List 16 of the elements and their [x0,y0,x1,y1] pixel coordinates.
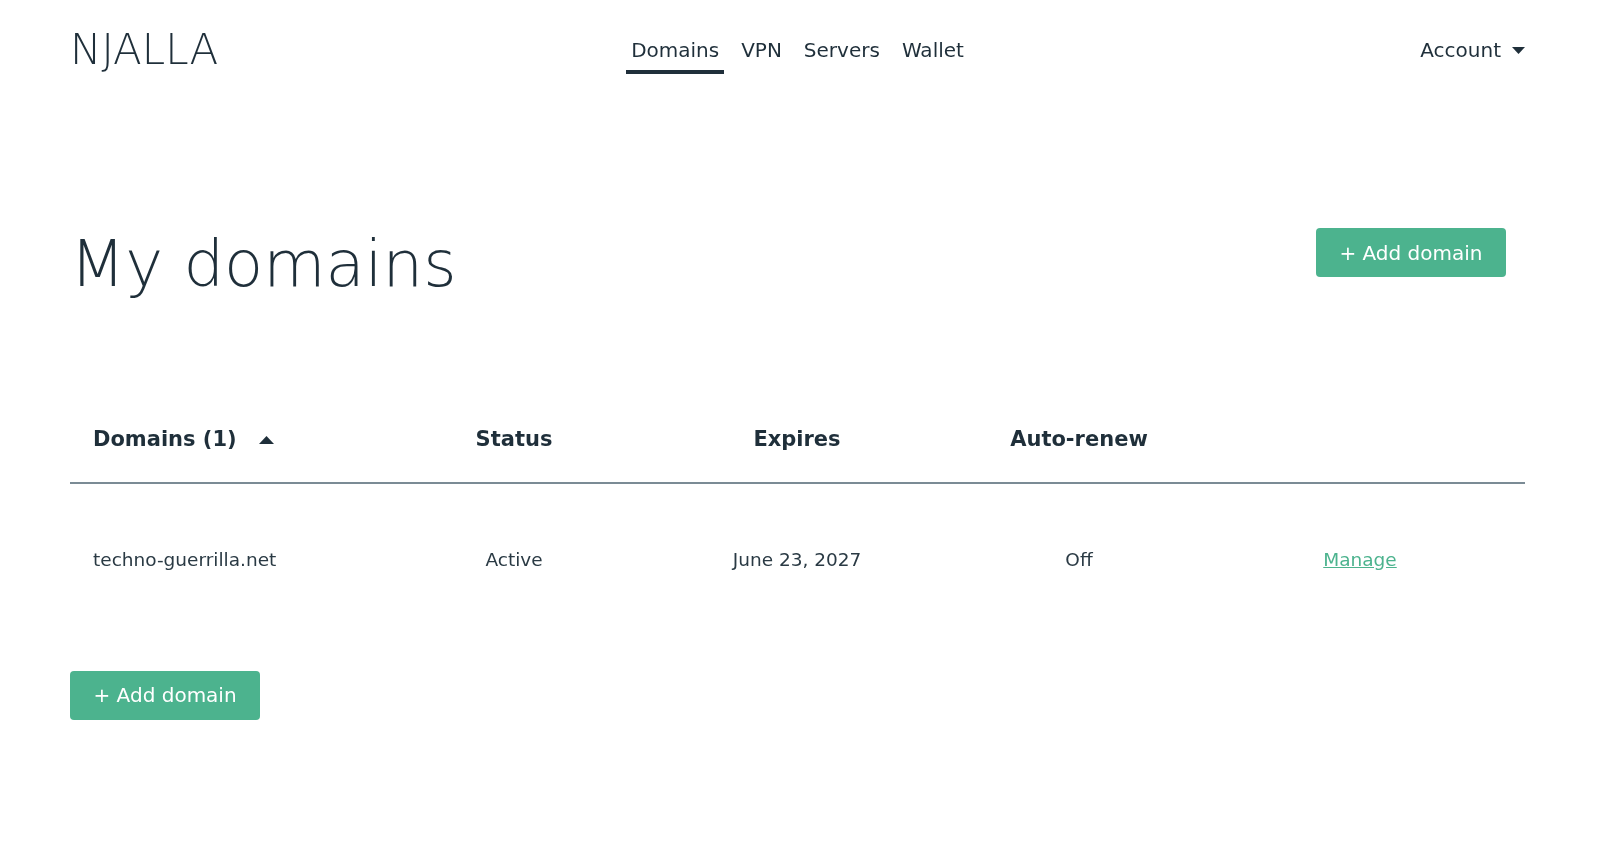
column-header: Expires [753,427,841,453]
nav-link[interactable]: Servers [798,35,885,74]
column-header: Status [475,427,553,453]
table-cell: techno-guerrilla.net [70,482,375,636]
table-cell: Active [375,482,653,636]
page-title: My domains [70,226,457,303]
column-header[interactable]: Domains (1) [93,427,237,453]
nav-link[interactable]: Domains [626,35,725,74]
logo[interactable]: NJALLA [70,29,219,71]
nav-link[interactable]: Wallet [896,35,969,74]
table-cell: June 23, 2027 [653,482,941,636]
table-cell: Off [941,482,1217,636]
account-menu[interactable]: Account [1420,35,1525,65]
caret-down-icon [1512,46,1525,54]
nav-link[interactable]: VPN [736,35,787,74]
column-header: Auto-renew [1010,427,1148,453]
